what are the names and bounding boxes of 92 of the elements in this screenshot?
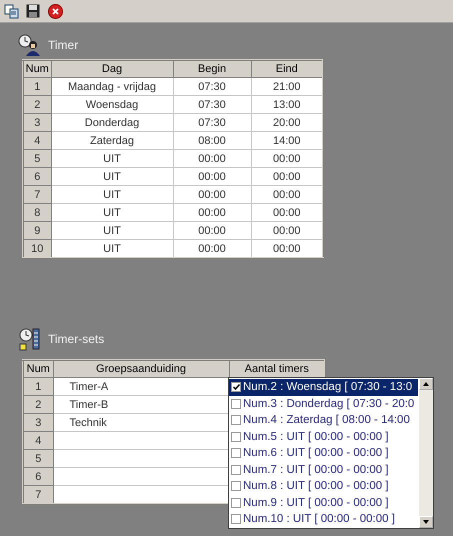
table-cell: 00:00: [173, 150, 251, 168]
table-cell: 00:00: [251, 168, 323, 186]
item-label: Num.10 : UIT [ 00:00 - 00:00 ]: [243, 513, 395, 526]
row-number: 7: [23, 186, 51, 204]
column-header[interactable]: Aantal timers: [229, 360, 325, 378]
checkbox[interactable]: [231, 432, 241, 442]
table-cell: Timer-A: [53, 378, 229, 396]
item-label: Num.9 : UIT [ 00:00 - 00:00 ]: [243, 496, 389, 509]
section-title: Timer-sets: [48, 332, 104, 346]
row-number: 3: [23, 114, 51, 132]
table-cell: 00:00: [251, 240, 323, 258]
table-cell: 00:00: [173, 240, 251, 258]
table-cell: Donderdag: [51, 114, 173, 132]
table-cell: 00:00: [173, 168, 251, 186]
close-icon: [48, 4, 62, 18]
checkbox[interactable]: [231, 415, 241, 426]
table-cell: 00:00: [173, 204, 251, 222]
row-number: 1: [23, 378, 53, 396]
table-cell: UIT: [51, 168, 173, 186]
row-number: 5: [23, 450, 53, 468]
documents-icon: [4, 4, 18, 18]
item-label: Num.4 : Zaterdag [ 08:00 - 14:00: [243, 414, 410, 426]
row-number: 5: [23, 150, 51, 168]
checkbox[interactable]: [231, 481, 241, 492]
table-cell: 00:00: [251, 150, 323, 168]
table-cell: Technik: [53, 414, 229, 432]
table-cell: 07:30: [173, 78, 251, 96]
row-number: 4: [23, 132, 51, 150]
table-cell: 21:00: [251, 78, 323, 96]
item-label: Num.7 : UIT [ 00:00 - 00:00 ]: [243, 464, 389, 476]
table-cell: Zaterdag: [51, 132, 173, 150]
table-cell: UIT: [51, 222, 173, 240]
table-cell: 14:00: [251, 132, 323, 150]
table-cell: 00:00: [251, 186, 323, 204]
copy-button[interactable]: [3, 3, 19, 19]
save-button[interactable]: [25, 3, 41, 19]
table-cell: 07:30: [173, 114, 251, 132]
clock-list-icon: [18, 327, 42, 351]
item-label: Num.8 : UIT [ 00:00 - 00:00 ]: [243, 480, 389, 492]
checkmark-icon: [232, 384, 240, 390]
row-number: 10: [23, 240, 51, 258]
list-item[interactable]: Num.3 : Donderdag [ 07:30 - 20:0: [229, 396, 418, 412]
table-cell: Maandag - vrijdag: [51, 78, 173, 96]
column-header[interactable]: Dag: [51, 60, 173, 78]
list-item[interactable]: Num.2 : Woensdag [ 07:30 - 13:0: [229, 379, 418, 396]
table-cell: UIT: [51, 186, 173, 204]
row-number: 1: [23, 78, 51, 96]
row-number: 6: [23, 168, 51, 186]
table-cell: 20:00: [251, 114, 323, 132]
table-cell: UIT: [51, 204, 173, 222]
table-cell: 00:00: [173, 222, 251, 240]
column-header[interactable]: Begin: [173, 60, 251, 78]
checkbox[interactable]: [231, 382, 241, 392]
item-label: Num.6 : UIT [ 00:00 - 00:00 ]: [243, 447, 389, 460]
table-cell: Woensdag: [51, 96, 173, 114]
table-cell: 07:30: [173, 96, 251, 114]
section-title: Timer: [48, 38, 78, 52]
row-number: 8: [23, 204, 51, 222]
up-arrow-icon: [423, 382, 429, 386]
column-header[interactable]: Num: [23, 360, 53, 378]
down-arrow-icon: [423, 520, 429, 524]
row-number: 2: [23, 96, 51, 114]
row-number: 4: [23, 432, 53, 450]
row-number: 7: [23, 486, 53, 504]
item-label: Num.2 : Woensdag [ 07:30 - 13:0: [243, 381, 412, 394]
table-cell: 00:00: [251, 222, 323, 240]
checkbox[interactable]: [231, 398, 241, 409]
checkbox[interactable]: [231, 498, 241, 508]
scroll-up-button[interactable]: [419, 378, 433, 390]
row-number: 2: [23, 396, 53, 414]
clock-person-icon: [18, 34, 42, 56]
table-cell: UIT: [51, 150, 173, 168]
row-number: 6: [23, 468, 53, 486]
checkbox[interactable]: [231, 448, 241, 458]
table-cell: Timer-B: [53, 396, 229, 414]
item-label: Num.3 : Donderdag [ 07:30 - 20:0: [243, 398, 414, 410]
column-header[interactable]: Groepsaanduiding: [53, 360, 229, 378]
scrollbar[interactable]: [419, 378, 433, 528]
checkbox[interactable]: [231, 464, 241, 475]
column-header[interactable]: Eind: [251, 60, 323, 78]
table-cell: 13:00: [251, 96, 323, 114]
checkbox[interactable]: [231, 514, 241, 524]
row-number: 3: [23, 414, 53, 432]
scroll-down-button[interactable]: [419, 516, 433, 528]
close-button[interactable]: [47, 3, 63, 19]
column-header[interactable]: Num: [23, 60, 51, 78]
row-number: 9: [23, 222, 51, 240]
item-label: Num.5 : UIT [ 00:00 - 00:00 ]: [243, 430, 389, 443]
table-cell: 08:00: [173, 132, 251, 150]
table-cell: UIT: [51, 240, 173, 258]
table-cell: 00:00: [173, 186, 251, 204]
table-cell: 00:00: [251, 204, 323, 222]
